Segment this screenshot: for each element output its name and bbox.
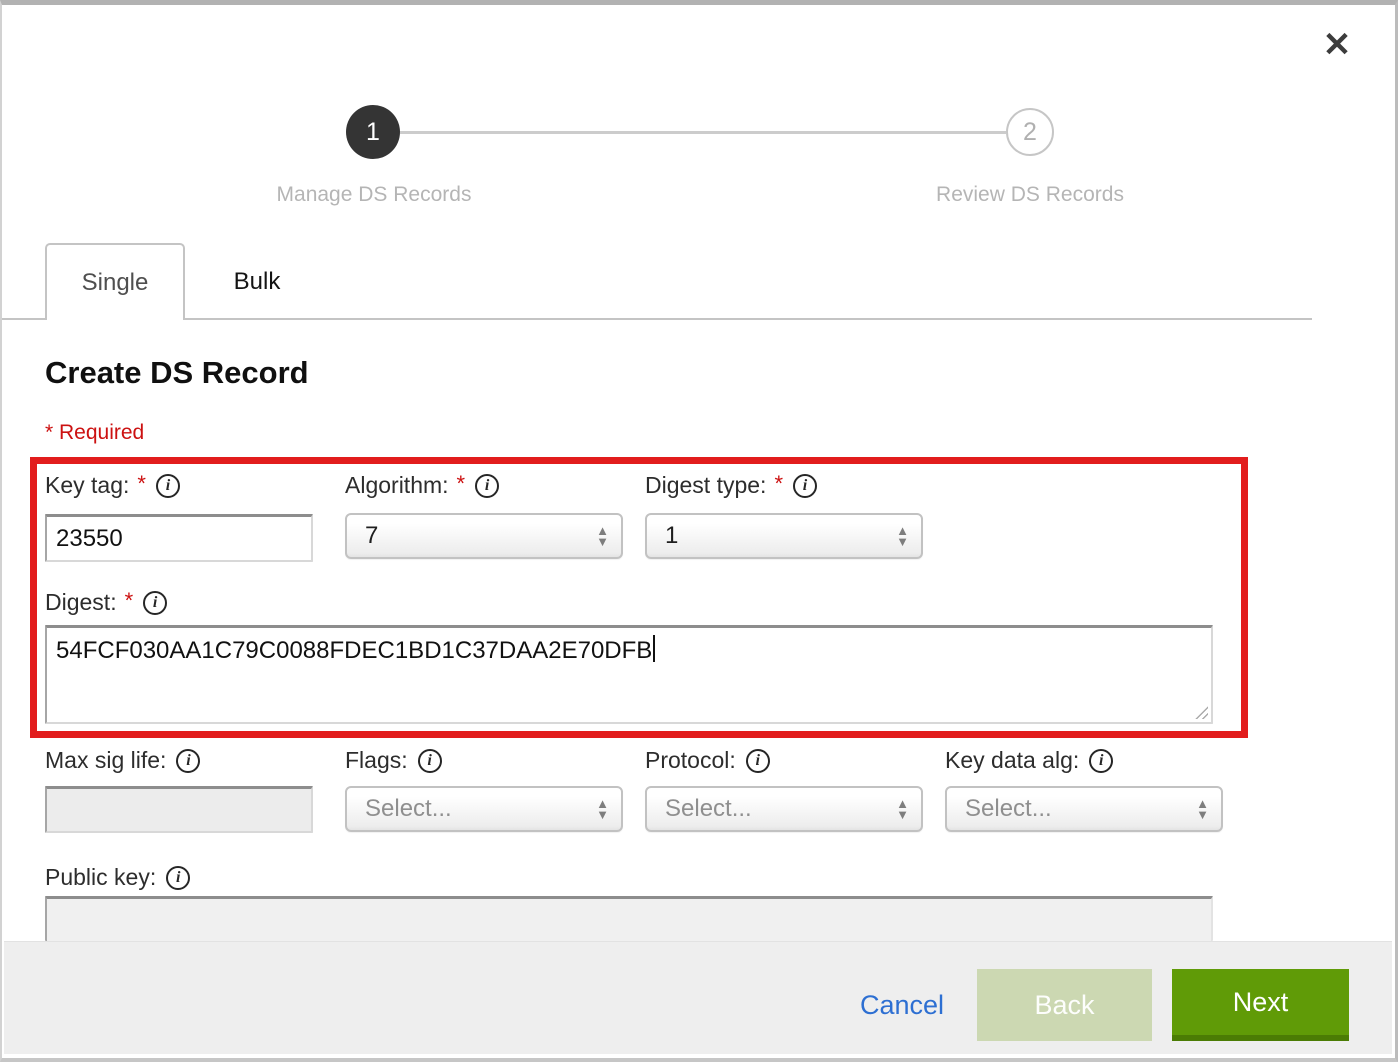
digest-type-label-row: Digest type: * i [645,472,817,499]
max-sig-life-input[interactable] [45,786,313,833]
tab-bulk[interactable]: Bulk [185,243,329,320]
select-arrows-icon: ▲ ▼ [896,525,909,547]
close-icon[interactable]: ✕ [1317,25,1357,65]
key-data-alg-label: Key data alg: [945,747,1079,774]
arrow-down-icon: ▼ [1196,809,1209,820]
flags-info-icon[interactable]: i [418,749,442,773]
public-key-info-icon[interactable]: i [166,866,190,890]
digest-label-row: Digest: * i [45,589,167,616]
protocol-label: Protocol: [645,747,736,774]
key-data-alg-select[interactable]: Select... ▲ ▼ [945,786,1223,832]
step-2-indicator: 2 [1006,108,1054,156]
resize-handle[interactable] [1193,704,1208,719]
create-ds-record-modal: ✕ 1 2 Manage DS Records Review DS Record… [0,0,1398,1062]
protocol-select[interactable]: Select... ▲ ▼ [645,786,923,832]
modal-footer: Cancel Back Next [4,941,1392,1054]
key-data-alg-label-row: Key data alg: i [945,747,1113,774]
algorithm-label-row: Algorithm: * i [345,472,499,499]
arrow-down-icon: ▼ [596,536,609,547]
protocol-select-value: Select... [665,795,752,823]
digest-type-select[interactable]: 1 ▲ ▼ [645,513,923,559]
step-2-label: Review DS Records [830,183,1230,207]
arrow-down-icon: ▼ [596,809,609,820]
algorithm-required-mark: * [457,471,466,497]
digest-label: Digest: [45,589,117,616]
algorithm-select-value: 7 [365,522,378,550]
algorithm-label: Algorithm: [345,472,449,499]
select-arrows-icon: ▲ ▼ [1196,798,1209,820]
public-key-textarea[interactable] [45,896,1213,941]
back-button[interactable]: Back [977,969,1152,1041]
digest-value: 54FCF030AA1C79C0088FDEC1BD1C37DAA2E70DFB [56,637,652,664]
key-data-alg-select-value: Select... [965,795,1052,823]
protocol-info-icon[interactable]: i [746,749,770,773]
digest-type-info-icon[interactable]: i [793,474,817,498]
flags-label-row: Flags: i [345,747,442,774]
step-connector-line [400,131,1006,134]
max-sig-life-label: Max sig life: [45,747,166,774]
select-arrows-icon: ▲ ▼ [596,525,609,547]
digest-textarea[interactable]: 54FCF030AA1C79C0088FDEC1BD1C37DAA2E70DFB [45,625,1213,724]
digest-type-label: Digest type: [645,472,766,499]
max-sig-life-info-icon[interactable]: i [176,749,200,773]
flags-label: Flags: [345,747,408,774]
key-tag-info-icon[interactable]: i [156,474,180,498]
arrow-down-icon: ▼ [896,809,909,820]
algorithm-info-icon[interactable]: i [475,474,499,498]
next-button[interactable]: Next [1172,969,1349,1041]
digest-type-required-mark: * [774,471,783,497]
key-tag-label: Key tag: [45,472,129,499]
digest-required-mark: * [125,588,134,614]
arrow-down-icon: ▼ [896,536,909,547]
step-1-label: Manage DS Records [174,183,574,207]
max-sig-life-label-row: Max sig life: i [45,747,200,774]
step-1-indicator: 1 [346,105,400,159]
algorithm-select[interactable]: 7 ▲ ▼ [345,513,623,559]
protocol-label-row: Protocol: i [645,747,770,774]
select-arrows-icon: ▲ ▼ [596,798,609,820]
flags-select[interactable]: Select... ▲ ▼ [345,786,623,832]
public-key-label-row: Public key: i [45,864,190,891]
key-tag-input[interactable] [45,514,313,562]
tab-single[interactable]: Single [45,243,185,320]
key-tag-required-mark: * [137,471,146,497]
cancel-button[interactable]: Cancel [860,990,944,1021]
flags-select-value: Select... [365,795,452,823]
key-data-alg-info-icon[interactable]: i [1089,749,1113,773]
public-key-label: Public key: [45,864,156,891]
digest-type-select-value: 1 [665,522,678,550]
step-1-number: 1 [366,118,380,147]
key-tag-label-row: Key tag: * i [45,472,180,499]
required-note: * Required [45,421,144,445]
select-arrows-icon: ▲ ▼ [896,798,909,820]
page-title: Create DS Record [45,355,309,391]
step-2-number: 2 [1023,118,1037,147]
text-cursor [653,635,655,662]
digest-info-icon[interactable]: i [143,591,167,615]
